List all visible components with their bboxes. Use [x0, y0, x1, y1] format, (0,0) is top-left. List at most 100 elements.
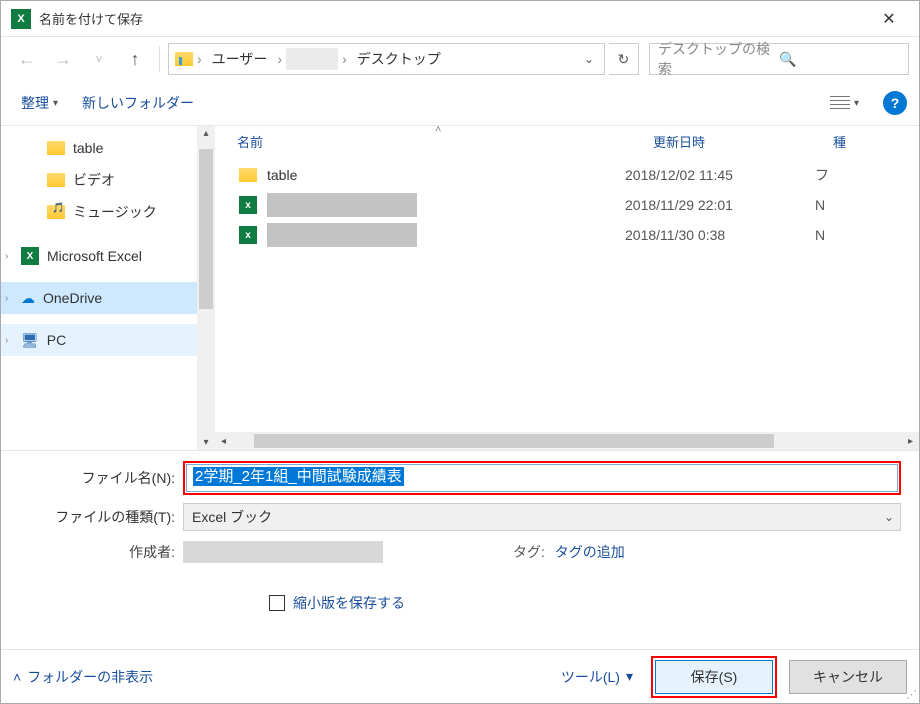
- folder-icon: [47, 141, 65, 155]
- footer: ˄ フォルダーの非表示 ツール(L) ▾ 保存(S) キャンセル: [1, 649, 919, 703]
- list-item[interactable]: x 2018/11/30 0:38 N: [215, 220, 919, 250]
- titlebar: X 名前を付けて保存 ✕: [1, 1, 919, 37]
- music-folder-icon: [47, 205, 65, 219]
- scroll-thumb[interactable]: [199, 149, 213, 309]
- address-bar[interactable]: › ユーザー › › デスクトップ ⌄: [168, 43, 605, 75]
- video-folder-icon: [47, 173, 65, 187]
- file-list[interactable]: table 2018/12/02 11:45 フ x 2018/11/29 22…: [215, 156, 919, 432]
- tag-label: タグ:: [513, 544, 545, 560]
- filename-input[interactable]: 2学期_2年1組_中間試験成績表: [186, 464, 898, 492]
- tree-item-table[interactable]: table: [1, 132, 197, 164]
- filename-highlight: 2学期_2年1組_中間試験成績表: [183, 461, 901, 495]
- scroll-left-icon[interactable]: ◂: [217, 436, 230, 447]
- header-date[interactable]: 更新日時: [653, 132, 833, 151]
- expand-icon[interactable]: ›: [5, 251, 8, 262]
- forward-button[interactable]: →: [47, 43, 79, 75]
- sort-indicator-icon: ˄: [435, 124, 441, 136]
- chevron-down-icon: ⌄: [884, 510, 894, 524]
- address-dropdown[interactable]: ⌄: [578, 52, 600, 66]
- file-date: 2018/12/02 11:45: [625, 167, 805, 183]
- file-name-masked: [267, 223, 417, 247]
- close-button[interactable]: ✕: [869, 4, 909, 34]
- expand-icon[interactable]: ›: [5, 293, 8, 304]
- excel-file-icon: x: [239, 196, 257, 214]
- horizontal-scrollbar[interactable]: ◂ ▸: [215, 432, 919, 450]
- scroll-right-icon[interactable]: ▸: [904, 436, 917, 447]
- expand-icon[interactable]: ›: [5, 335, 8, 346]
- chevron-right-icon: ›: [342, 51, 347, 67]
- chevron-right-icon: ›: [197, 51, 202, 67]
- chevron-right-icon: ›: [277, 51, 282, 67]
- file-name: table: [267, 167, 297, 183]
- tree-scrollbar[interactable]: ▴ ▾: [197, 126, 215, 450]
- chevron-down-icon: ▾: [626, 668, 633, 685]
- chevron-up-icon: ˄: [13, 669, 21, 685]
- file-list-pane: 名前 ˄ 更新日時 種 table 2018/12/02 11:45 フ x: [215, 126, 919, 450]
- header-type[interactable]: 種: [833, 132, 846, 151]
- list-item[interactable]: table 2018/12/02 11:45 フ: [215, 160, 919, 190]
- help-button[interactable]: ?: [883, 91, 907, 115]
- hide-folders-toggle[interactable]: ˄ フォルダーの非表示: [13, 667, 153, 687]
- tree-item-onedrive[interactable]: › ☁ OneDrive: [1, 282, 197, 314]
- excel-icon: X: [21, 247, 39, 265]
- list-view-icon: [830, 96, 850, 110]
- view-options[interactable]: ▾: [824, 92, 865, 114]
- filename-label: ファイル名(N):: [11, 468, 183, 488]
- excel-file-icon: x: [239, 226, 257, 244]
- toolbar: 整理▾ 新しいフォルダー ▾ ?: [1, 81, 919, 125]
- scroll-thumb[interactable]: [254, 434, 774, 448]
- file-type: N: [815, 197, 825, 213]
- folder-icon: [175, 52, 193, 66]
- refresh-button[interactable]: ↻: [609, 43, 639, 75]
- file-date: 2018/11/30 0:38: [625, 227, 805, 243]
- save-highlight: 保存(S): [651, 656, 777, 698]
- recent-dropdown[interactable]: v: [83, 43, 115, 75]
- filetype-label: ファイルの種類(T):: [11, 507, 183, 527]
- tree-view[interactable]: table ビデオ ミュージック › X Microsoft Excel: [1, 126, 197, 450]
- divider: [159, 46, 160, 72]
- scroll-down-icon[interactable]: ▾: [203, 437, 208, 448]
- filetype-combo[interactable]: Excel ブック ⌄: [183, 503, 901, 531]
- new-folder-button[interactable]: 新しいフォルダー: [74, 89, 202, 117]
- resize-grip-icon[interactable]: ⋰: [906, 688, 917, 701]
- list-item[interactable]: x 2018/11/29 22:01 N: [215, 190, 919, 220]
- file-date: 2018/11/29 22:01: [625, 197, 805, 213]
- folder-icon: [239, 168, 257, 182]
- search-placeholder: デスクトップの検索: [658, 39, 779, 79]
- content-area: table ビデオ ミュージック › X Microsoft Excel: [1, 125, 919, 450]
- tree-item-pc[interactable]: › 🖥 PC: [1, 324, 197, 356]
- search-box[interactable]: デスクトップの検索 🔍: [649, 43, 909, 75]
- window-title: 名前を付けて保存: [39, 9, 143, 28]
- checkbox-icon[interactable]: [269, 595, 285, 611]
- back-button[interactable]: ←: [11, 43, 43, 75]
- thumbnail-checkbox[interactable]: 縮小版を保存する: [269, 593, 901, 613]
- file-name-masked: [267, 193, 417, 217]
- search-icon: 🔍: [779, 51, 900, 68]
- onedrive-icon: ☁: [21, 290, 35, 307]
- breadcrumb-blank[interactable]: [286, 48, 338, 70]
- file-type: N: [815, 227, 825, 243]
- chevron-down-icon: ▾: [854, 98, 859, 109]
- tools-menu[interactable]: ツール(L) ▾: [555, 667, 639, 687]
- save-as-dialog: X 名前を付けて保存 ✕ ← → v ↑ › ユーザー › › デスクトップ ⌄…: [0, 0, 920, 704]
- list-header[interactable]: 名前 ˄ 更新日時 種: [215, 126, 919, 156]
- tree-item-excel[interactable]: › X Microsoft Excel: [1, 240, 197, 272]
- tree-item-music[interactable]: ミュージック: [1, 196, 197, 228]
- organize-menu[interactable]: 整理▾: [13, 89, 66, 117]
- pc-icon: 🖥: [21, 332, 39, 349]
- up-button[interactable]: ↑: [119, 43, 151, 75]
- tree-item-video[interactable]: ビデオ: [1, 164, 197, 196]
- breadcrumb-desktop[interactable]: デスクトップ: [351, 49, 447, 69]
- nav-pane: table ビデオ ミュージック › X Microsoft Excel: [1, 126, 215, 450]
- cancel-button[interactable]: キャンセル: [789, 660, 907, 694]
- form-area: ファイル名(N): 2学期_2年1組_中間試験成績表 ファイルの種類(T): E…: [1, 450, 919, 649]
- breadcrumb-users[interactable]: ユーザー: [206, 49, 274, 69]
- tag-add-link[interactable]: タグの追加: [555, 544, 625, 560]
- excel-app-icon: X: [11, 9, 31, 29]
- author-label: 作成者:: [11, 542, 183, 562]
- author-value[interactable]: [183, 541, 383, 563]
- scroll-up-icon[interactable]: ▴: [203, 128, 208, 139]
- chevron-down-icon: ▾: [53, 98, 58, 109]
- nav-bar: ← → v ↑ › ユーザー › › デスクトップ ⌄ ↻ デスクトップの検索 …: [1, 37, 919, 81]
- save-button[interactable]: 保存(S): [655, 660, 773, 694]
